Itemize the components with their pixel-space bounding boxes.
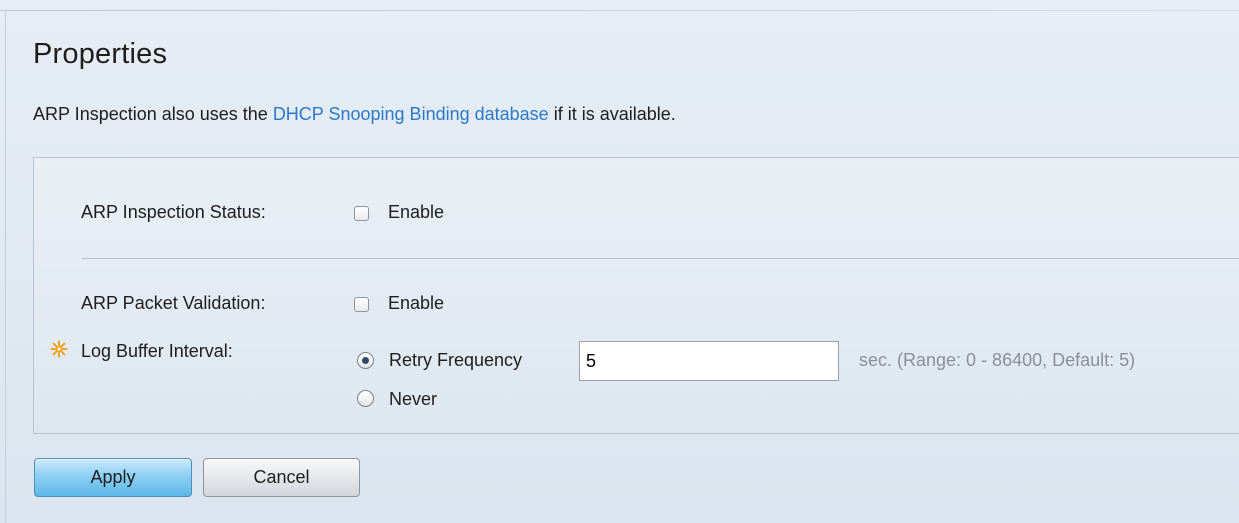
- arp-packet-validation-label: ARP Packet Validation:: [81, 293, 266, 313]
- page-background: Properties ARP Inspection also uses the …: [0, 0, 1239, 523]
- arp-inspection-status-checkbox[interactable]: [354, 206, 369, 221]
- arp-inspection-status-label: ARP Inspection Status:: [81, 202, 266, 222]
- never-radio[interactable]: [357, 390, 374, 407]
- intro-text: ARP Inspection also uses the DHCP Snoopi…: [33, 104, 676, 125]
- intro-text-after: if it is available.: [548, 104, 676, 124]
- left-border: [5, 10, 6, 523]
- dhcp-snooping-binding-link[interactable]: DHCP Snooping Binding database: [273, 104, 549, 124]
- top-border: [0, 10, 1239, 11]
- required-asterisk-icon: [50, 340, 68, 358]
- arp-packet-validation-enable-label: Enable: [388, 293, 445, 313]
- arp-packet-validation-checkbox[interactable]: [354, 297, 369, 312]
- apply-button[interactable]: Apply: [34, 458, 192, 497]
- log-buffer-interval-label: Log Buffer Interval:: [81, 341, 233, 361]
- never-label: Never: [389, 389, 438, 409]
- intro-text-before: ARP Inspection also uses the: [33, 104, 273, 124]
- retry-frequency-hint: sec. (Range: 0 - 86400, Default: 5): [859, 350, 1136, 370]
- radio-selected-dot: [362, 357, 369, 364]
- cancel-button[interactable]: Cancel: [203, 458, 360, 497]
- retry-frequency-input[interactable]: [579, 341, 839, 381]
- section-divider: [82, 258, 1239, 259]
- arp-inspection-status-enable-label: Enable: [388, 202, 445, 222]
- retry-frequency-radio[interactable]: [357, 352, 374, 369]
- retry-frequency-label: Retry Frequency: [389, 350, 523, 370]
- page-title: Properties: [33, 38, 168, 70]
